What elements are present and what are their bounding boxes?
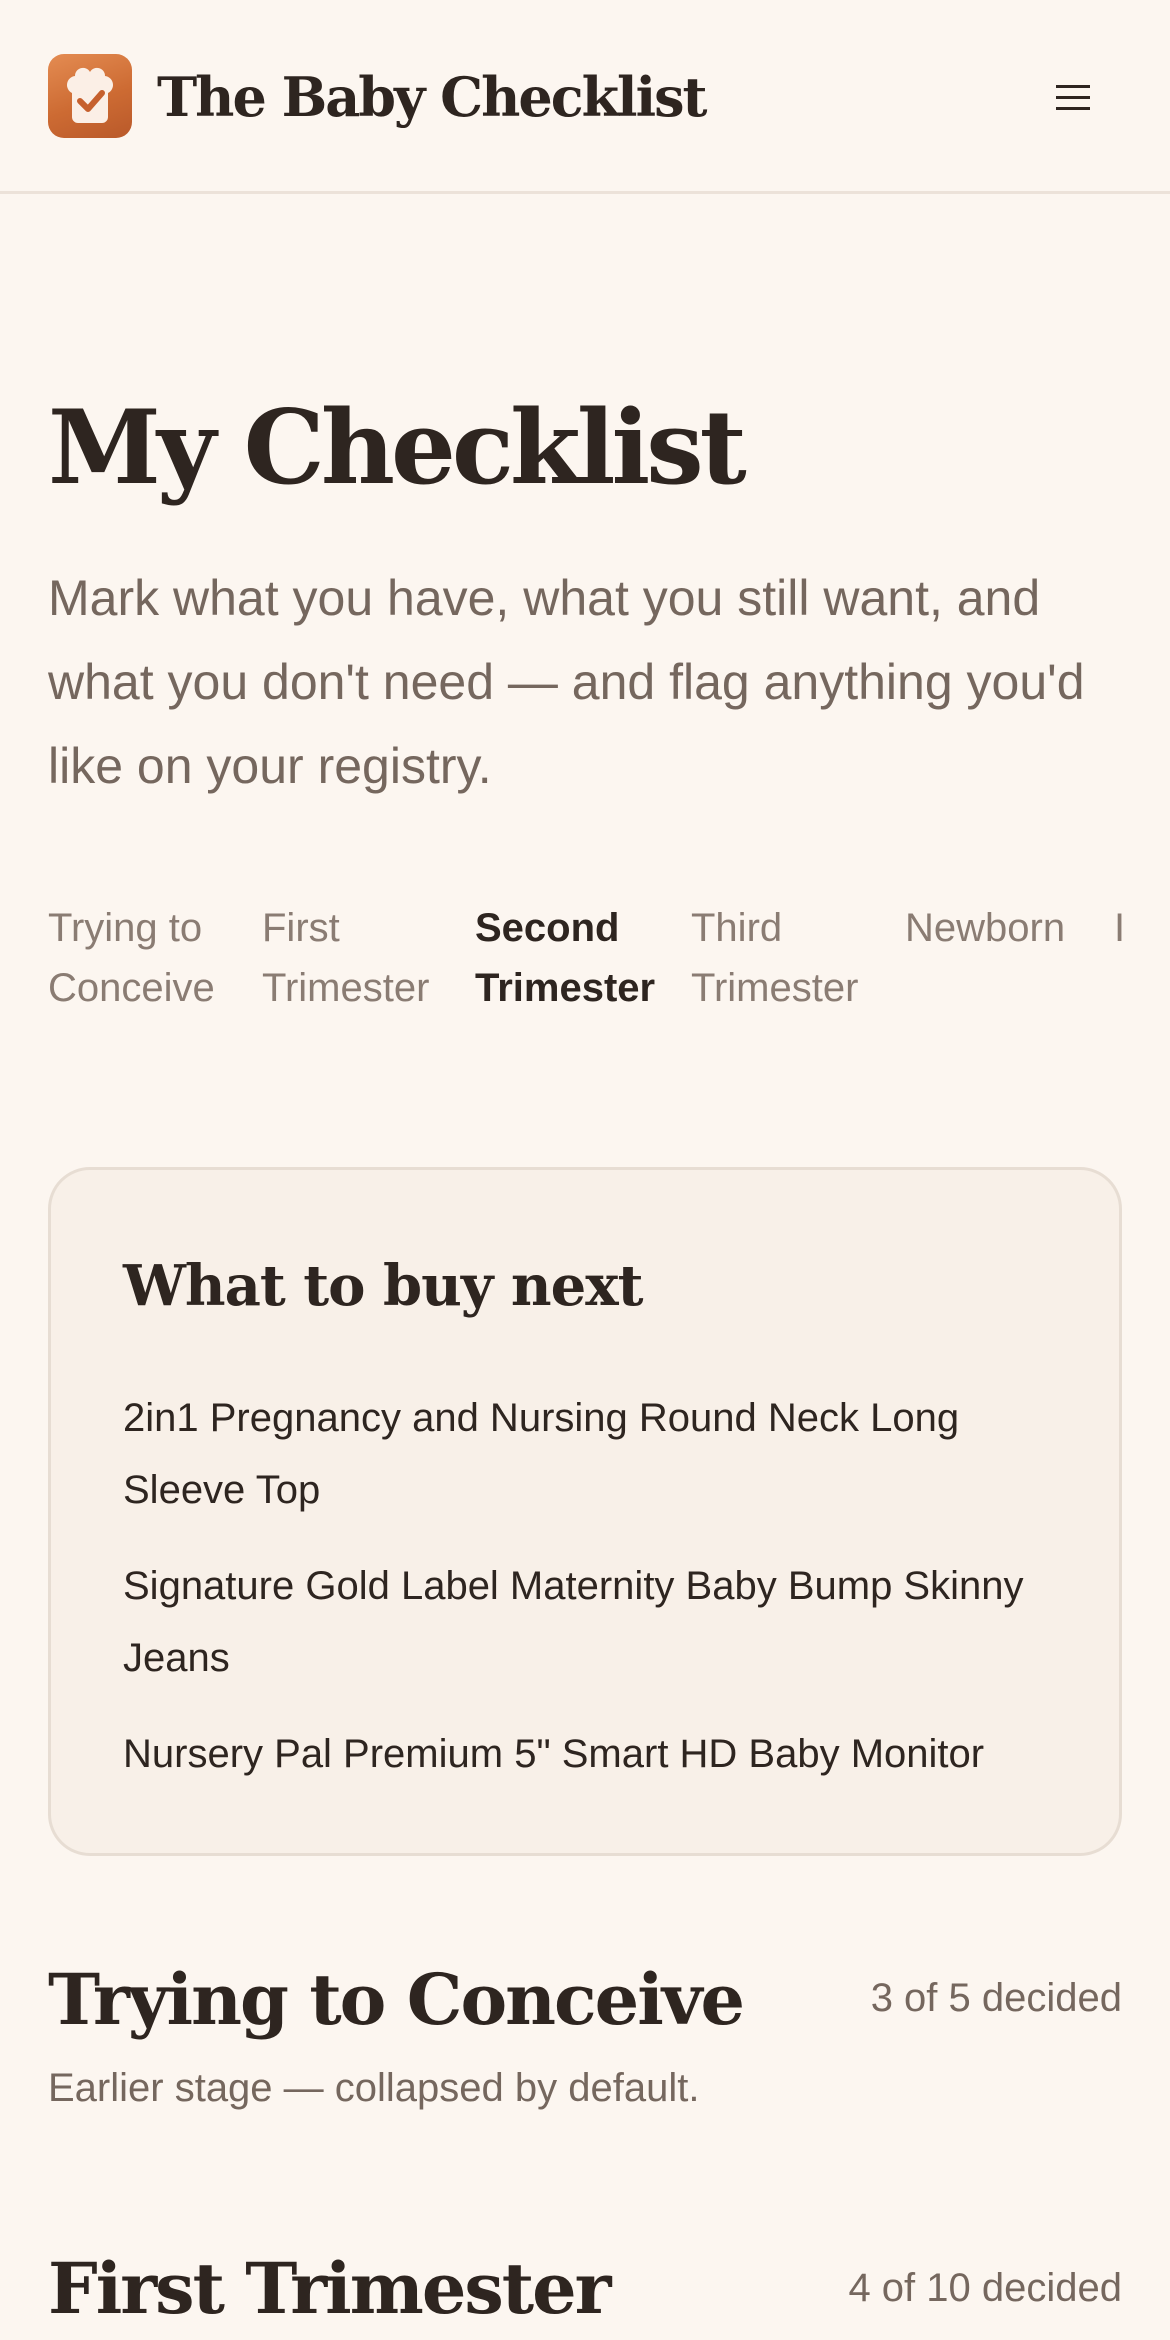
page-subtitle: Mark what you have, what you still want,…: [48, 570, 1085, 794]
buy-next-card: What to buy next 2in1 Pregnancy and Nurs…: [48, 1167, 1122, 1856]
buy-next-title: What to buy next: [123, 1253, 643, 1319]
tab-trying-to-conceive[interactable]: Trying to Conceive: [48, 898, 215, 1018]
tab-label-line1: Third: [691, 906, 783, 950]
tab-newborn[interactable]: Newborn: [905, 898, 1065, 958]
hamburger-menu-icon: [1056, 85, 1090, 110]
buy-next-item[interactable]: 2in1 Pregnancy and Nursing Round Neck Lo…: [123, 1382, 1063, 1526]
tab-label-line1: Trying to: [48, 906, 203, 950]
section-collapsed-note: Earlier stage — collapsed by default.: [48, 2066, 700, 2110]
tab-label-line1: I: [1114, 906, 1126, 950]
tab-second-trimester[interactable]: Second Trimester: [475, 898, 655, 1018]
tab-next-stage[interactable]: I: [1114, 898, 1125, 958]
section-progress-count: 3 of 5 decided: [870, 1976, 1122, 2020]
tab-label-line2: Trimester: [475, 966, 656, 1010]
stage-tabs: Trying to Conceive First Trimester Secon…: [48, 898, 1170, 1038]
buy-next-item[interactable]: Signature Gold Label Maternity Baby Bump…: [123, 1550, 1063, 1694]
menu-button[interactable]: [1040, 70, 1108, 126]
tab-label-line2: Trimester: [262, 966, 430, 1010]
tab-label-line2: Trimester: [691, 966, 859, 1010]
app-title[interactable]: The Baby Checklist: [157, 58, 707, 136]
section-title-first-trimester[interactable]: First Trimester: [48, 2244, 612, 2334]
tab-label-line1: Newborn: [905, 906, 1066, 950]
tab-third-trimester[interactable]: Third Trimester: [691, 898, 858, 1018]
app-header: The Baby Checklist: [0, 0, 1170, 194]
tab-label-line1: First: [262, 906, 340, 950]
tab-label-line2: Conceive: [48, 966, 215, 1010]
tab-first-trimester[interactable]: First Trimester: [262, 898, 429, 1018]
buy-next-item[interactable]: Nursery Pal Premium 5" Smart HD Baby Mon…: [123, 1718, 1063, 1790]
section-progress-count: 4 of 10 decided: [848, 2266, 1122, 2310]
page-title: My Checklist: [48, 388, 747, 508]
checklist-logo-icon[interactable]: [48, 54, 132, 138]
tab-label-line1: Second: [475, 906, 620, 950]
section-title-trying-to-conceive[interactable]: Trying to Conceive: [48, 1955, 745, 2045]
